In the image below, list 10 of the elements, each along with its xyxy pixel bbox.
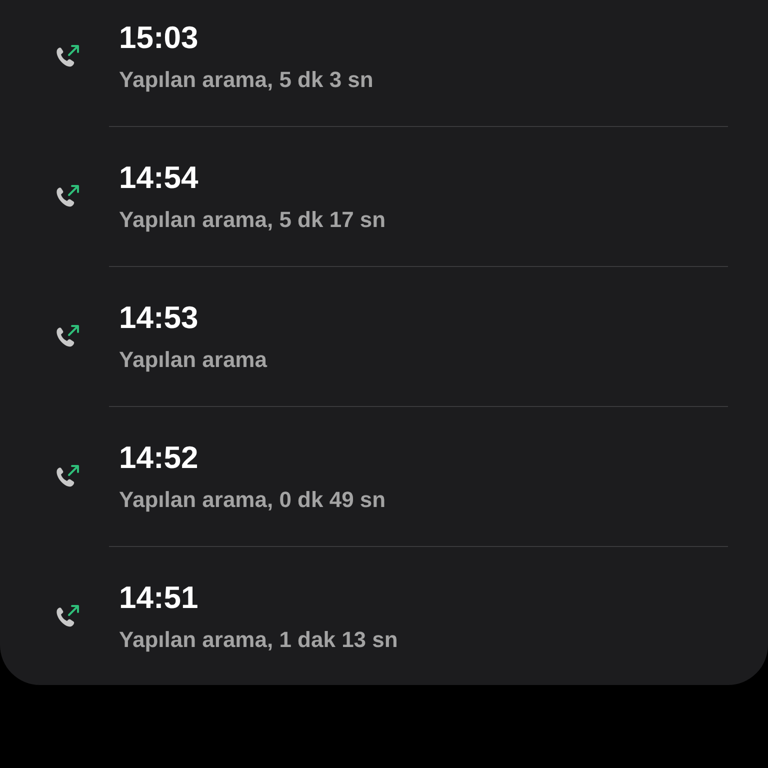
call-time: 14:52 <box>119 440 200 476</box>
call-detail: Yapılan arama, 0 dk 49 sn <box>119 486 386 514</box>
call-time: 14:51 <box>119 580 200 616</box>
call-time: 14:53 <box>119 300 200 336</box>
call-detail: Yapılan arama <box>119 346 267 374</box>
call-detail: Yapılan arama, 5 dk 17 sn <box>119 206 386 234</box>
call-time: 14:54 <box>119 160 200 196</box>
call-detail: Yapılan arama, 1 dak 13 sn <box>119 626 398 654</box>
call-detail: Yapılan arama, 5 dk 3 sn <box>119 66 374 94</box>
call-time: 15:03 <box>119 20 200 56</box>
